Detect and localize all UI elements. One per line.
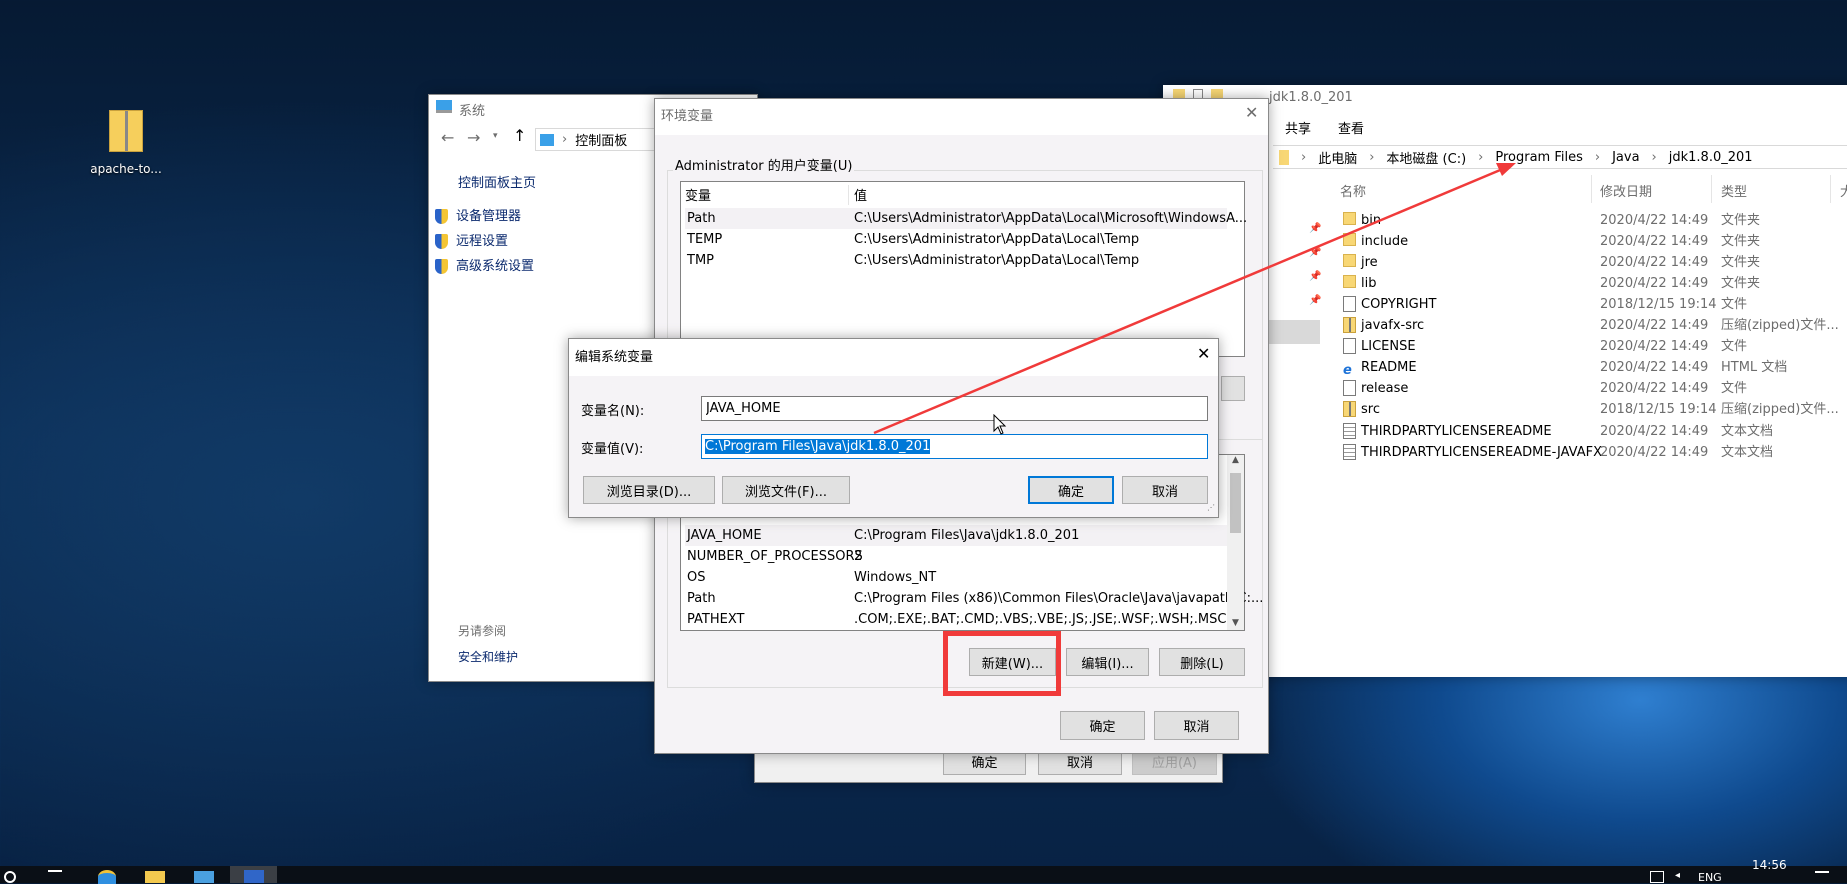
notification-icon[interactable] xyxy=(1815,871,1829,883)
task-view-icon[interactable] xyxy=(48,870,62,878)
mouse-cursor-icon xyxy=(993,414,1007,435)
taskbar: ◂ ENG 14:56 xyxy=(0,858,1847,884)
ie-icon[interactable] xyxy=(98,870,116,884)
volume-icon[interactable]: ◂ xyxy=(1675,870,1680,881)
search-icon[interactable] xyxy=(4,871,16,883)
language-indicator[interactable]: ENG xyxy=(1698,871,1722,884)
clock[interactable]: 14:56 xyxy=(1752,858,1787,872)
file-explorer-icon[interactable] xyxy=(145,871,165,883)
control-panel-icon[interactable] xyxy=(194,871,214,883)
annotation-arrow xyxy=(873,163,1516,435)
system-taskbar-button[interactable] xyxy=(230,866,277,883)
network-icon[interactable] xyxy=(1650,871,1664,883)
